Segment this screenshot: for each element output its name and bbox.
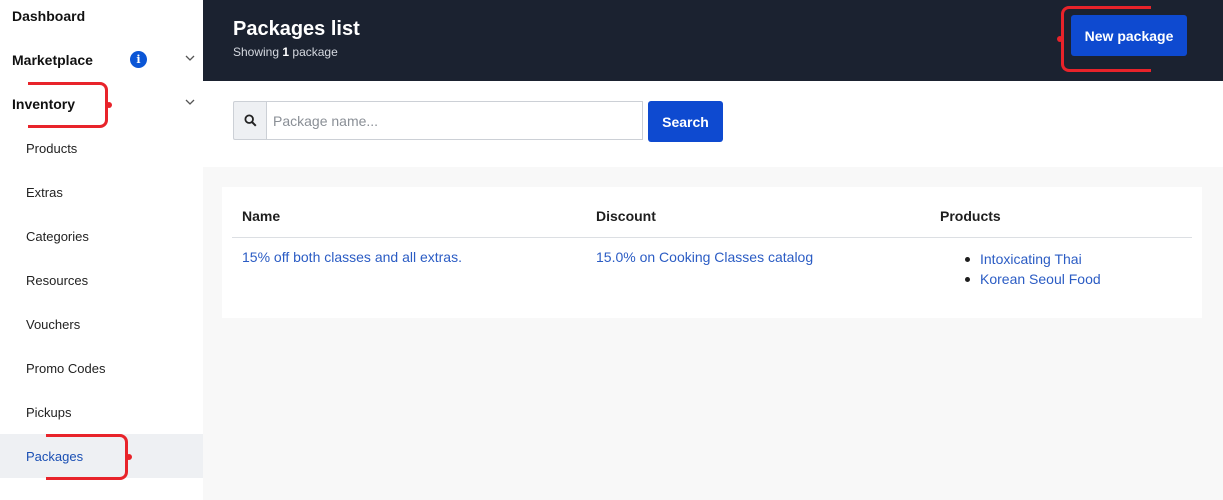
annotation-bracket (46, 434, 132, 480)
package-name-search-input[interactable] (266, 101, 643, 140)
sidebar-item-label: Pickups (26, 404, 72, 420)
product-link[interactable]: Korean Seoul Food (959, 269, 1101, 289)
annotation-bracket (28, 82, 112, 128)
subtitle-suffix: package (292, 45, 338, 59)
discount-link[interactable]: 15.0% on Cooking Classes catalog (596, 249, 813, 265)
sidebar-item-vouchers[interactable]: Vouchers (0, 302, 203, 346)
sidebar-item-marketplace[interactable]: Marketplace (0, 38, 203, 82)
packages-table: Name Discount Products 15% off both clas… (222, 187, 1202, 318)
column-header-discount: Discount (596, 208, 656, 224)
search-icon (233, 101, 267, 140)
chevron-down-icon (185, 53, 195, 63)
sidebar-item-label: Vouchers (26, 316, 81, 332)
sidebar-item-dashboard[interactable]: Dashboard (0, 0, 203, 38)
column-header-products: Products (940, 208, 1001, 224)
sidebar-item-resources[interactable]: Resources (0, 258, 203, 302)
sidebar-item-categories[interactable]: Categories (0, 214, 203, 258)
info-icon[interactable]: i (130, 51, 147, 68)
sidebar-item-extras[interactable]: Extras (0, 170, 203, 214)
sidebar-item-label: Extras (26, 184, 63, 200)
sidebar-item-label: Promo Codes (26, 360, 106, 376)
search-button[interactable]: Search (648, 101, 723, 142)
product-link[interactable]: Intoxicating Thai (959, 249, 1101, 269)
package-name-link[interactable]: 15% off both classes and all extras. (242, 249, 462, 265)
sidebar-item-label: Categories (26, 228, 89, 244)
annotation-bracket (1057, 6, 1151, 72)
sidebar-item-label: Resources (26, 272, 89, 288)
product-list: Intoxicating Thai Korean Seoul Food (959, 249, 1101, 289)
search-bar: Search (203, 81, 1223, 167)
sidebar-item-products[interactable]: Products (0, 126, 203, 170)
sidebar-item-label: Dashboard (12, 8, 86, 24)
subtitle-prefix: Showing (233, 45, 280, 59)
table-divider (232, 237, 1192, 238)
sidebar-item-pickups[interactable]: Pickups (0, 390, 203, 434)
chevron-down-icon (185, 97, 195, 107)
sidebar-item-promo-codes[interactable]: Promo Codes (0, 346, 203, 390)
page-subtitle: Showing 1 package (233, 45, 338, 59)
sidebar: Dashboard Marketplace i Inventory Produc… (0, 0, 203, 500)
sidebar-item-label: Marketplace (12, 52, 93, 68)
page-title: Packages list (233, 18, 360, 40)
column-header-name: Name (242, 208, 281, 224)
sidebar-item-label: Products (26, 140, 78, 156)
package-count: 1 (282, 45, 290, 59)
